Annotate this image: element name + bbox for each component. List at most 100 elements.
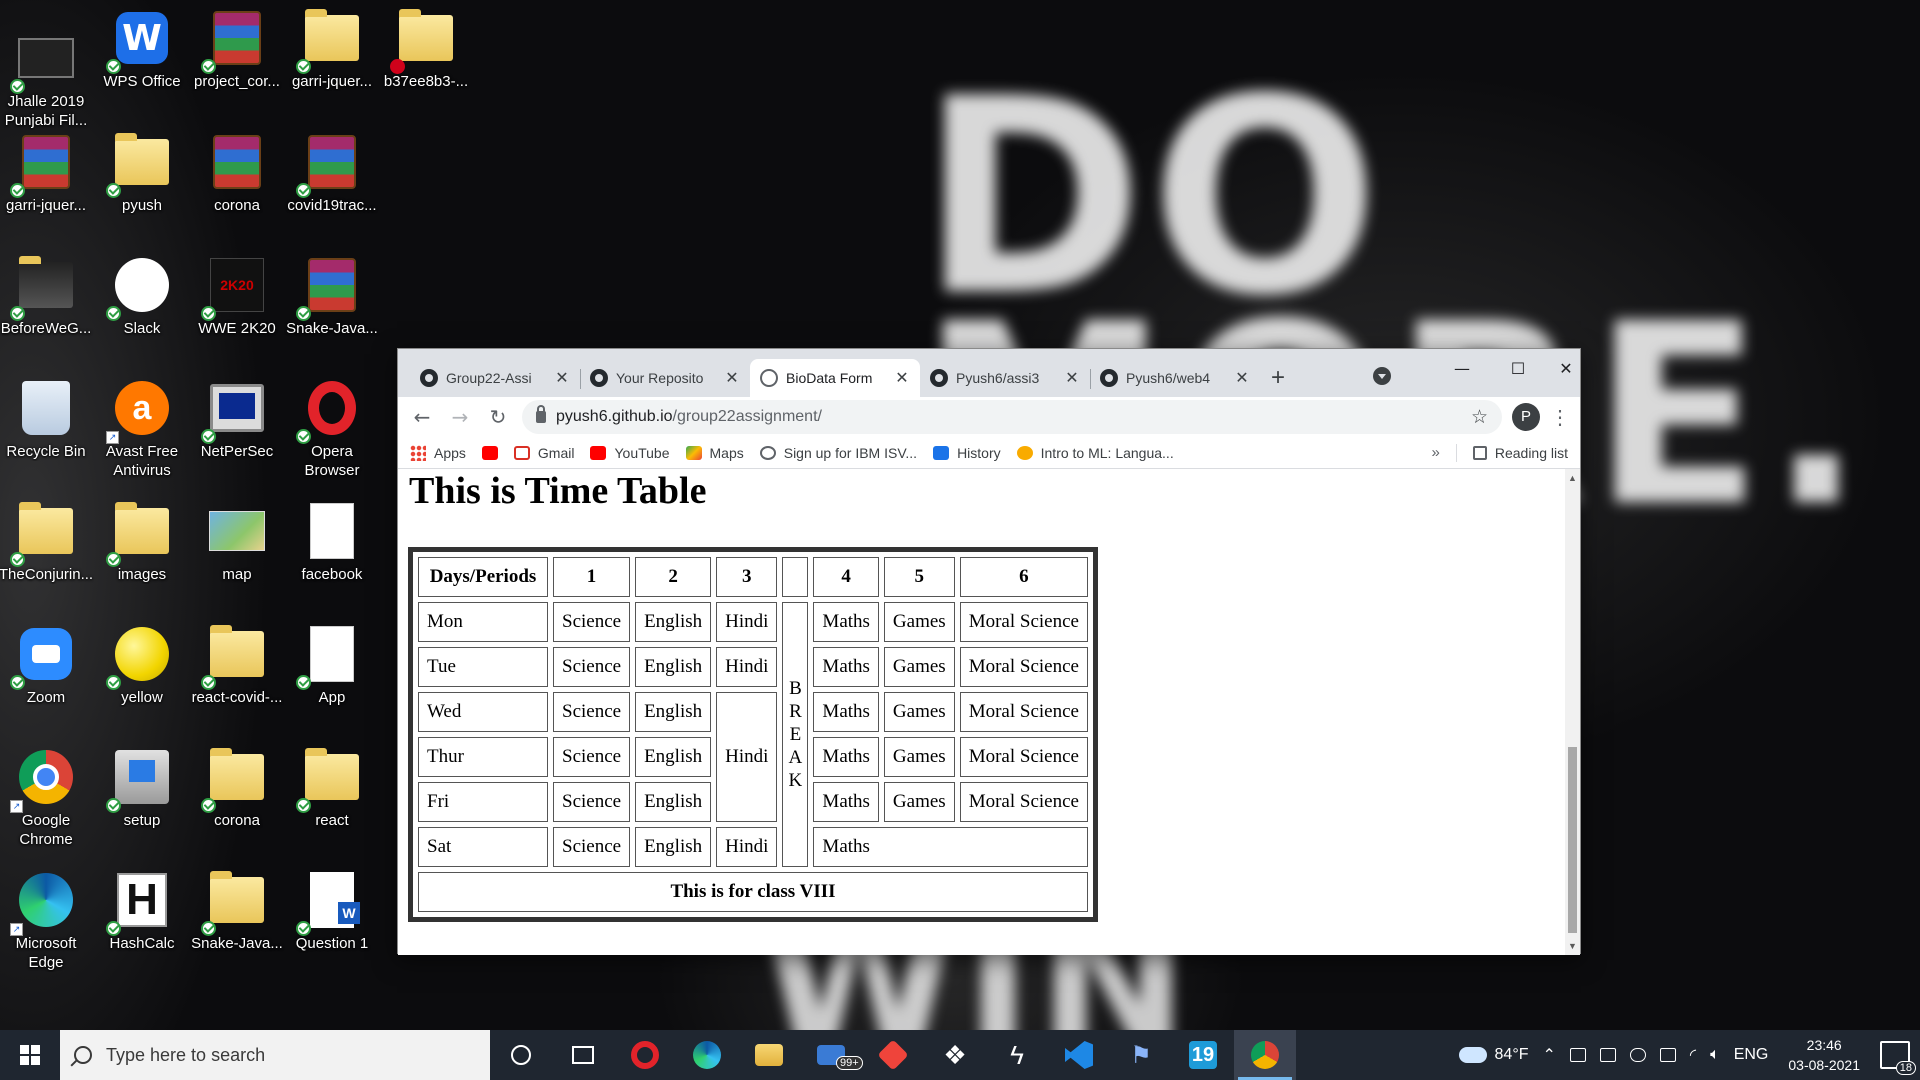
- desktop-icon-images[interactable]: images: [96, 493, 188, 611]
- taskbar-app-19[interactable]: 19: [1172, 1030, 1234, 1080]
- tab-search-icon[interactable]: [1373, 367, 1391, 385]
- column-header: Days/Periods: [418, 557, 548, 597]
- desktop-icon-react-covid[interactable]: react-covid-...: [191, 616, 283, 734]
- desktop-icon-recycle-bin[interactable]: Recycle Bin: [0, 370, 92, 488]
- new-tab-button[interactable]: +: [1260, 359, 1296, 397]
- desktop-icon-slack[interactable]: Slack: [96, 247, 188, 365]
- bookmark-gmail[interactable]: Gmail: [513, 445, 574, 461]
- taskbar-file-explorer[interactable]: [738, 1030, 800, 1080]
- desktop-icon-corona-archive[interactable]: corona: [191, 124, 283, 242]
- scroll-down-arrow-icon[interactable]: ▼: [1568, 941, 1577, 951]
- bookmark-history[interactable]: History: [933, 445, 1001, 461]
- bookmark-intro-to-ml[interactable]: Intro to ML: Langua...: [1016, 445, 1174, 461]
- desktop-icon-wps-office[interactable]: W WPS Office: [96, 0, 188, 118]
- wifi-icon[interactable]: ◜: [1690, 1045, 1696, 1065]
- desktop-icon-garri-jquery-folder[interactable]: garri-jquer...: [286, 0, 378, 118]
- desktop-icon-google-chrome[interactable]: ↗ Google Chrome: [0, 739, 92, 857]
- tab-close-icon[interactable]: ✕: [1234, 368, 1250, 388]
- desktop-icon-opera-browser[interactable]: Opera Browser: [286, 370, 378, 488]
- battery-icon[interactable]: [1659, 1048, 1676, 1062]
- period-cell: Hindi: [716, 827, 778, 867]
- taskbar-chrome[interactable]: [1234, 1030, 1296, 1080]
- bookmark-maps[interactable]: Maps: [685, 445, 744, 461]
- desktop-icon-project-cor[interactable]: project_cor...: [191, 0, 283, 118]
- desktop-icon-corona-folder[interactable]: corona: [191, 739, 283, 857]
- desktop-icon-b37ee8b3[interactable]: b37ee8b3-...: [380, 0, 472, 118]
- tab-your-repositories[interactable]: Your Reposito ✕: [580, 359, 750, 397]
- bookmark-star-icon[interactable]: ☆: [1471, 406, 1488, 429]
- network-adapter-icon[interactable]: [1569, 1048, 1586, 1062]
- tab-close-icon[interactable]: ✕: [1064, 368, 1080, 388]
- scrollbar-thumb[interactable]: [1568, 747, 1577, 933]
- tab-close-icon[interactable]: ✕: [554, 368, 570, 388]
- tab-close-icon[interactable]: ✕: [894, 368, 910, 388]
- taskbar-anydesk[interactable]: [862, 1030, 924, 1080]
- bookmark-apps[interactable]: Apps: [410, 444, 466, 461]
- desktop-icon-map[interactable]: map: [191, 493, 283, 611]
- desktop-icon-snake-java-archive[interactable]: Snake-Java...: [286, 247, 378, 365]
- desktop-icon-wwe-2k20[interactable]: 2K20 WWE 2K20: [191, 247, 283, 365]
- desktop-icon-jhalle[interactable]: Jhalle 2019 Punjabi Fil...: [0, 20, 92, 138]
- taskbar-vscode[interactable]: [1048, 1030, 1110, 1080]
- chevron-up-icon[interactable]: ⌃: [1542, 1045, 1555, 1065]
- start-button[interactable]: [0, 1030, 60, 1080]
- desktop-icon-beforeweg[interactable]: BeforeWeG...: [0, 247, 92, 365]
- desktop-icon-netpersec[interactable]: NetPerSec: [191, 370, 283, 488]
- taskbar-edge[interactable]: [676, 1030, 738, 1080]
- tab-close-icon[interactable]: ✕: [724, 368, 740, 388]
- volume-icon[interactable]: 🔈︎: [1710, 1046, 1720, 1064]
- tab-group22-assignment[interactable]: Group22-Assi ✕: [410, 359, 580, 397]
- desktop-icon-theconjuring[interactable]: TheConjurin...: [0, 493, 93, 611]
- task-view-button[interactable]: [552, 1030, 614, 1080]
- desktop-icon-setup[interactable]: setup: [96, 739, 188, 857]
- lock-icon[interactable]: [536, 405, 546, 423]
- language-indicator[interactable]: ENG: [1734, 1046, 1769, 1064]
- bookmark-ibm-isv[interactable]: Sign up for IBM ISV...: [759, 445, 917, 461]
- notification-center-button[interactable]: 18: [1880, 1041, 1916, 1075]
- desktop-icon-question-1[interactable]: Question 1: [286, 862, 378, 980]
- desktop-icon-snake-java-folder[interactable]: Snake-Java...: [191, 862, 283, 980]
- desktop-icon-microsoft-edge[interactable]: ↗ Microsoft Edge: [0, 862, 92, 980]
- desktop-icon-pyush[interactable]: pyush: [96, 124, 188, 242]
- tab-pyush6-assi3[interactable]: Pyush6/assi3 ✕: [920, 359, 1090, 397]
- desktop-icon-garri-jquery-archive[interactable]: garri-jquer...: [0, 124, 92, 242]
- back-button[interactable]: ←: [408, 403, 436, 431]
- bookmarks-bar: Apps Gmail YouTube Maps Sign up for IBM …: [398, 437, 1580, 469]
- profile-avatar[interactable]: P: [1512, 403, 1540, 431]
- desktop-icon-facebook[interactable]: facebook: [286, 493, 378, 611]
- taskbar-mail[interactable]: 99+: [800, 1030, 863, 1080]
- taskbar-search-box[interactable]: Type here to search: [60, 1030, 490, 1080]
- bookmarks-overflow-button[interactable]: »: [1432, 444, 1440, 461]
- desktop-icon-yellow[interactable]: yellow: [96, 616, 188, 734]
- clock[interactable]: 23:46 03-08-2021: [1782, 1035, 1866, 1075]
- scroll-up-arrow-icon[interactable]: ▲: [1568, 473, 1577, 483]
- reading-list-button[interactable]: Reading list: [1472, 445, 1568, 461]
- address-bar[interactable]: pyush6.github.io/group22assignment/ ☆: [522, 400, 1502, 434]
- close-window-button[interactable]: ✕: [1552, 355, 1580, 383]
- bookmark-youtube-icon-only[interactable]: [481, 445, 498, 460]
- bookmark-youtube[interactable]: YouTube: [590, 445, 670, 461]
- more-menu-icon[interactable]: ⋮: [1550, 405, 1570, 430]
- vertical-scrollbar[interactable]: ▲ ▼: [1565, 469, 1580, 955]
- cortana-button[interactable]: [490, 1030, 552, 1080]
- search-icon: [74, 1046, 92, 1064]
- meet-now-icon[interactable]: [1599, 1048, 1616, 1062]
- desktop-icon-hashcalc[interactable]: H HashCalc: [96, 862, 188, 980]
- taskbar-lightning-app[interactable]: ϟ: [986, 1030, 1048, 1080]
- desktop-icon-react[interactable]: react: [286, 739, 378, 857]
- desktop-icon-covid19trac[interactable]: covid19trac...: [286, 124, 378, 242]
- reload-button[interactable]: ↻: [484, 403, 512, 431]
- desktop-icon-app[interactable]: App: [286, 616, 378, 734]
- taskbar-dropbox[interactable]: ❖: [924, 1030, 986, 1080]
- weather-widget[interactable]: 84°F: [1458, 1046, 1528, 1064]
- tab-biodata-form[interactable]: BioData Form ✕: [750, 359, 920, 397]
- taskbar-wireshark[interactable]: ⚑: [1110, 1030, 1172, 1080]
- onedrive-icon[interactable]: [1629, 1048, 1646, 1062]
- desktop-icon-zoom[interactable]: Zoom: [0, 616, 92, 734]
- desktop-icon-avast[interactable]: a ↗ Avast Free Antivirus: [96, 370, 188, 488]
- forward-button[interactable]: →: [446, 403, 474, 431]
- maximize-button[interactable]: ☐: [1496, 355, 1540, 383]
- minimize-button[interactable]: —: [1440, 355, 1484, 383]
- tab-pyush6-web4[interactable]: Pyush6/web4 ✕: [1090, 359, 1260, 397]
- taskbar-opera[interactable]: [614, 1030, 676, 1080]
